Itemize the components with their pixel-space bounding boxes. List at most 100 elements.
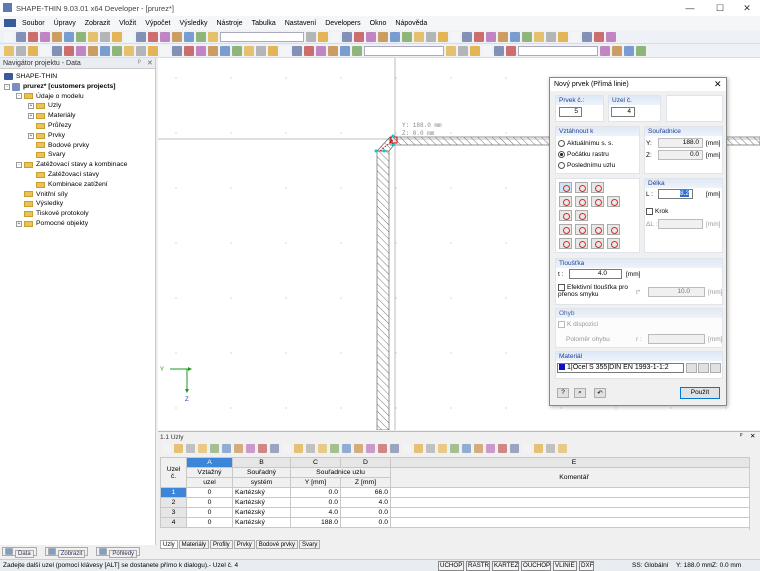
line-type-tool-button[interactable] <box>591 224 604 235</box>
line-type-tool-button[interactable] <box>575 238 588 249</box>
toolbar-tool-icon[interactable] <box>474 31 484 42</box>
status-toggle[interactable]: VLINIE <box>553 561 577 571</box>
line-type-tool-button[interactable] <box>575 182 588 193</box>
tree-item[interactable]: Průřezy <box>4 121 155 131</box>
cell-z[interactable]: 4.0 <box>340 497 391 508</box>
cell-ref-node[interactable]: 0 <box>186 487 233 498</box>
toolbar-tool-icon[interactable] <box>470 45 480 56</box>
toolbar-tool-icon[interactable] <box>208 31 218 42</box>
navigator-tab[interactable]: Data <box>2 547 37 558</box>
table-tool-icon[interactable] <box>246 444 255 453</box>
toolbar-tool-icon[interactable] <box>64 31 74 42</box>
bend-checkbox[interactable]: K dispozici <box>558 321 598 328</box>
toolbar-tool-icon[interactable] <box>76 31 86 42</box>
toolbar-tool-icon[interactable] <box>268 45 278 56</box>
table-tool-icon[interactable] <box>498 444 507 453</box>
cell-ref-node[interactable]: 0 <box>186 497 233 508</box>
toolbar-tool-icon[interactable] <box>414 31 424 42</box>
tree-item[interactable]: - Údaje o modelu <box>4 92 155 102</box>
tree-item[interactable]: Kombinace zatížení <box>4 180 155 190</box>
toolbar-tool-icon[interactable] <box>558 31 568 42</box>
line-type-tool-button[interactable] <box>575 224 588 235</box>
table-tab[interactable]: Profily <box>210 540 233 549</box>
edit-material-button[interactable] <box>710 363 721 373</box>
bend-radius-input[interactable] <box>648 334 705 344</box>
menu-item[interactable]: Nápověda <box>395 20 427 27</box>
table-tool-icon[interactable] <box>366 444 375 453</box>
table-tool-icon[interactable] <box>426 444 435 453</box>
table-tool-icon[interactable] <box>378 444 387 453</box>
menu-item[interactable]: Zobrazit <box>85 20 110 27</box>
toolbar-tool-icon[interactable] <box>450 31 460 42</box>
table-tool-icon[interactable] <box>342 444 351 453</box>
expand-icon[interactable]: + <box>28 113 34 120</box>
toolbar-tool-icon[interactable] <box>534 31 544 42</box>
toolbar-tool-icon[interactable] <box>112 45 122 56</box>
toolbar-tool-icon[interactable] <box>232 45 242 56</box>
toolbar-tool-icon[interactable] <box>148 31 158 42</box>
toolbar-tool-icon[interactable] <box>160 31 170 42</box>
col-c[interactable]: C <box>290 457 341 468</box>
table-tool-icon[interactable] <box>522 444 531 453</box>
cell-comment[interactable] <box>390 497 758 508</box>
help-button[interactable]: ? <box>557 388 569 398</box>
toolbar-tool-icon[interactable] <box>494 45 504 56</box>
node-no-input[interactable]: 4 <box>611 107 635 117</box>
table-tool-icon[interactable] <box>258 444 267 453</box>
toolbar-tool-icon[interactable] <box>446 45 456 56</box>
toolbar-tool-icon[interactable] <box>52 31 62 42</box>
tree-item[interactable]: - Zatěžovací stavy a kombinace <box>4 160 155 170</box>
table-tool-icon[interactable] <box>558 444 567 453</box>
tree-item[interactable]: + Uzly <box>4 101 155 111</box>
toolbar-tool-icon[interactable] <box>28 45 38 56</box>
toolbar-tool-icon[interactable] <box>352 45 362 56</box>
table-tab[interactable]: Prvky <box>233 540 255 549</box>
toolbar-tool-icon[interactable] <box>40 45 50 56</box>
dialog-close-button[interactable]: ✕ <box>714 79 722 90</box>
table-tool-icon[interactable] <box>474 444 483 453</box>
toolbar-tool-icon[interactable] <box>570 31 580 42</box>
toolbar-tool-icon[interactable] <box>498 31 508 42</box>
toolbar-tool-icon[interactable] <box>100 31 110 42</box>
line-type-tool-button[interactable] <box>559 182 572 193</box>
toolbar-tool-icon[interactable] <box>582 31 592 42</box>
menu-item[interactable]: Výsledky <box>179 20 207 27</box>
step-input[interactable] <box>658 219 703 229</box>
menu-app-icon[interactable] <box>4 19 16 27</box>
cell-y[interactable]: 188.0 <box>290 517 341 528</box>
table-tab[interactable]: Materiály <box>178 540 210 549</box>
toolbar-tool-icon[interactable] <box>612 45 622 56</box>
line-type-tool-button[interactable] <box>591 196 604 207</box>
cell-y[interactable]: 0.0 <box>290 487 341 498</box>
toolbar-tool-icon[interactable] <box>88 31 98 42</box>
menu-item[interactable]: Tabulka <box>252 20 276 27</box>
tree-item[interactable]: Vnitřní síly <box>4 190 155 200</box>
table-tool-icon[interactable] <box>294 444 303 453</box>
z-coordinate-input[interactable]: 0.0 <box>658 150 703 160</box>
tree-item[interactable]: Bodové prvky <box>4 141 155 151</box>
table-tool-icon[interactable] <box>234 444 243 453</box>
line-type-tool-button[interactable] <box>559 196 572 207</box>
table-tool-icon[interactable] <box>546 444 555 453</box>
toolbar-tool-icon[interactable] <box>208 45 218 56</box>
close-button[interactable]: ✕ <box>733 0 760 16</box>
status-toggle[interactable]: DXF <box>579 561 594 571</box>
toolbar-tool-icon[interactable] <box>16 45 26 56</box>
table-tool-icon[interactable] <box>450 444 459 453</box>
row-number[interactable]: 4 <box>160 517 187 528</box>
menu-item[interactable]: Developers <box>325 20 360 27</box>
toolbar-tool-icon[interactable] <box>438 31 448 42</box>
cell-z[interactable]: 0.0 <box>340 517 391 528</box>
toolbar-tool-icon[interactable] <box>124 31 134 42</box>
toolbar-tool-icon[interactable] <box>136 31 146 42</box>
close-panel-icon[interactable]: ✕ <box>147 59 153 67</box>
tree-item[interactable]: + Materiály <box>4 111 155 121</box>
expand-icon[interactable]: + <box>28 103 34 110</box>
y-coordinate-input[interactable]: 188.0 <box>658 138 703 148</box>
toolbar-tool-icon[interactable] <box>64 45 74 56</box>
apply-button[interactable]: Použít <box>680 387 720 399</box>
cell-z[interactable]: 0.0 <box>340 507 391 518</box>
row-number[interactable]: 1 <box>160 487 187 498</box>
cell-y[interactable]: 0.0 <box>290 497 341 508</box>
tree-root[interactable]: SHAPE-THIN <box>4 72 155 82</box>
